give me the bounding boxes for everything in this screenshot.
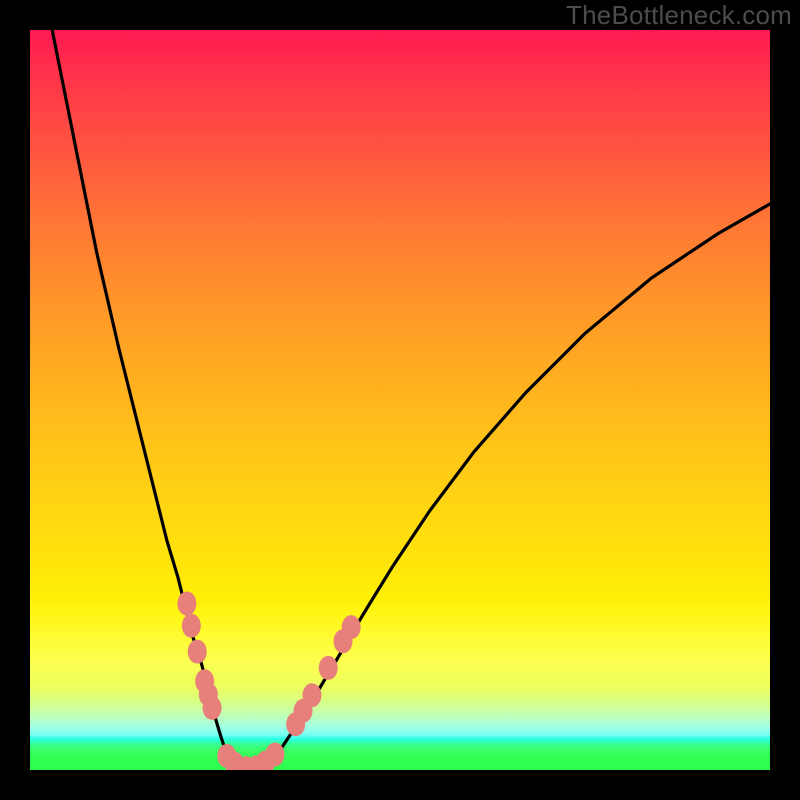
data-marker [265,742,284,766]
curve-left [52,30,248,769]
frame: TheBottleneck.com [0,0,800,800]
data-marker [203,696,222,720]
data-marker [319,656,338,680]
chart-svg [30,30,770,770]
data-marker [188,640,207,664]
data-marker [342,615,361,639]
curve-right [248,204,770,769]
data-marker [182,614,201,638]
data-marker [302,683,321,707]
data-marker [177,592,196,616]
plot-area [30,30,770,770]
marker-layer [177,592,360,771]
watermark-text: TheBottleneck.com [566,0,792,31]
